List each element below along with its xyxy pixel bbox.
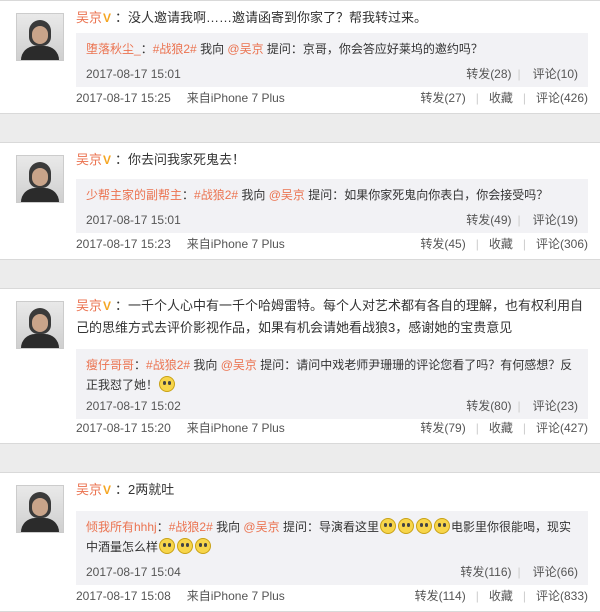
quote-text-prefix: 我向 (238, 188, 269, 202)
comment-button[interactable]: 评论(306) (536, 237, 588, 251)
post-author[interactable]: 吴京 (76, 152, 102, 167)
weibo-post: 吴京V ：没人邀请我啊……邀请函寄到你家了？帮我转过来。 堕落秋尘_：#战狼2# … (0, 0, 600, 114)
quote-text: 提问：如果你家死鬼向你表白，你会接受吗？ (304, 188, 549, 202)
quote-repost-button[interactable]: 转发(80) (466, 399, 511, 413)
verified-v-badge-icon: V (103, 483, 112, 497)
favorite-button[interactable]: 收藏 (489, 589, 513, 603)
quote-repost-button[interactable]: 转发(28) (466, 67, 511, 81)
quote-comment-button[interactable]: 评论(19) (533, 213, 578, 227)
quoted-question[interactable]: 瘦仔哥哥：#战狼2# 我向 @吴京 提问：请问中戏老师尹珊珊的评论您看了吗？有何… (76, 349, 588, 419)
post-text: ：没人邀请我啊……邀请函寄到你家了？帮我转过来。 (115, 10, 428, 25)
quote-text-prefix: 我向 (196, 42, 228, 56)
mention-link[interactable]: @吴京 (243, 520, 279, 534)
quote-separator: ： (134, 358, 147, 372)
quote-comment-button[interactable]: 评论(66) (533, 565, 578, 579)
topic-link[interactable]: #战狼2# (153, 42, 197, 56)
quote-separator: ： (182, 188, 195, 202)
grin-emoji-icon (195, 538, 212, 554)
avatar[interactable] (16, 301, 64, 349)
avatar[interactable] (16, 155, 64, 203)
comment-button[interactable]: 评论(427) (536, 421, 588, 435)
quote-author[interactable]: 少帮主家的副帮主 (86, 188, 182, 202)
quoted-question[interactable]: 堕落秋尘_：#战狼2# 我向 @吴京 提问：京哥，你会答应好莱坞的邀约吗？ 20… (76, 33, 588, 87)
quote-comment-button[interactable]: 评论(23) (533, 399, 578, 413)
favorite-button[interactable]: 收藏 (489, 421, 513, 435)
grin-emoji-icon (159, 376, 176, 392)
post-text: ：2两就吐 (115, 482, 175, 497)
grin-emoji-icon (159, 538, 176, 554)
post-time[interactable]: 2017-08-17 15:08 (76, 589, 171, 603)
quote-separator: ： (140, 42, 153, 56)
verified-v-badge-icon: V (103, 153, 112, 167)
quoted-question[interactable]: 倾我所有hhhj：#战狼2# 我向 @吴京 提问：导演看这里 电影里你很能喝，现实… (76, 511, 588, 585)
quote-time[interactable]: 2017-08-17 15:01 (86, 213, 181, 227)
topic-link[interactable]: #战狼2# (194, 188, 238, 202)
comment-button[interactable]: 评论(833) (536, 589, 588, 603)
quote-author[interactable]: 堕落秋尘_ (86, 42, 141, 56)
post-time[interactable]: 2017-08-17 15:25 (76, 91, 171, 105)
weibo-post: 吴京V ：一千个人心中有一千个哈姆雷特。每个人对艺术都有各自的理解，也有权利用自己… (0, 288, 600, 444)
topic-link[interactable]: #战狼2# (146, 358, 190, 372)
quote-text-prefix: 我向 (190, 358, 221, 372)
post-author[interactable]: 吴京 (76, 298, 102, 313)
favorite-button[interactable]: 收藏 (489, 237, 513, 251)
quote-comment-button[interactable]: 评论(10) (533, 67, 578, 81)
repost-button[interactable]: 转发(45) (420, 237, 465, 251)
quote-text: 提问：京哥，你会答应好莱坞的邀约吗？ (263, 42, 483, 56)
weibo-feed: 吴京V ：没人邀请我啊……邀请函寄到你家了？帮我转过来。 堕落秋尘_：#战狼2# … (0, 0, 600, 612)
comment-button[interactable]: 评论(426) (536, 91, 588, 105)
mention-link[interactable]: @吴京 (221, 358, 257, 372)
mention-link[interactable]: @吴京 (269, 188, 305, 202)
favorite-button[interactable]: 收藏 (489, 91, 513, 105)
avatar[interactable] (16, 485, 64, 533)
quote-repost-button[interactable]: 转发(49) (466, 213, 511, 227)
post-text: ：一千个人心中有一千个哈姆雷特。每个人对艺术都有各自的理解，也有权利用自己的思维… (76, 298, 584, 335)
post-source: 来自iPhone 7 Plus (186, 421, 285, 435)
post-text: ：你去问我家死鬼去！ (115, 152, 246, 167)
quote-time[interactable]: 2017-08-17 15:02 (86, 399, 181, 413)
post-time[interactable]: 2017-08-17 15:20 (76, 421, 171, 435)
repost-button[interactable]: 转发(114) (415, 589, 466, 603)
post-author[interactable]: 吴京 (76, 482, 102, 497)
verified-v-badge-icon: V (103, 299, 112, 313)
quote-text-prefix: 我向 (212, 520, 244, 534)
quote-time[interactable]: 2017-08-17 15:01 (86, 67, 181, 81)
weibo-post: 吴京V ：2两就吐 倾我所有hhhj：#战狼2# 我向 @吴京 提问：导演看这里电… (0, 472, 600, 612)
mention-link[interactable]: @吴京 (227, 42, 263, 56)
quote-repost-button[interactable]: 转发(116) (460, 565, 511, 579)
quote-text-a: 提问：导演看这里 (279, 520, 379, 534)
verified-v-badge-icon: V (103, 11, 112, 25)
post-time[interactable]: 2017-08-17 15:23 (76, 237, 171, 251)
quote-author[interactable]: 倾我所有hhhj (86, 520, 157, 534)
quote-separator: ： (156, 520, 169, 534)
avatar[interactable] (16, 13, 64, 61)
grin-emoji-icon (379, 518, 396, 534)
post-author[interactable]: 吴京 (76, 10, 102, 25)
repost-button[interactable]: 转发(27) (420, 91, 465, 105)
quoted-question[interactable]: 少帮主家的副帮主：#战狼2# 我向 @吴京 提问：如果你家死鬼向你表白，你会接受… (76, 179, 588, 233)
topic-link[interactable]: #战狼2# (169, 520, 213, 534)
grin-emoji-icon (177, 538, 194, 554)
quote-time[interactable]: 2017-08-17 15:04 (86, 565, 181, 579)
repost-button[interactable]: 转发(79) (420, 421, 465, 435)
grin-emoji-icon (433, 518, 450, 534)
weibo-post: 吴京V ：你去问我家死鬼去！ 少帮主家的副帮主：#战狼2# 我向 @吴京 提问：如… (0, 142, 600, 260)
grin-emoji-icon (415, 518, 432, 534)
post-source: 来自iPhone 7 Plus (186, 589, 285, 603)
quote-author[interactable]: 瘦仔哥哥 (86, 358, 134, 372)
post-source: 来自iPhone 7 Plus (186, 91, 285, 105)
grin-emoji-icon (397, 518, 414, 534)
post-source: 来自iPhone 7 Plus (186, 237, 285, 251)
